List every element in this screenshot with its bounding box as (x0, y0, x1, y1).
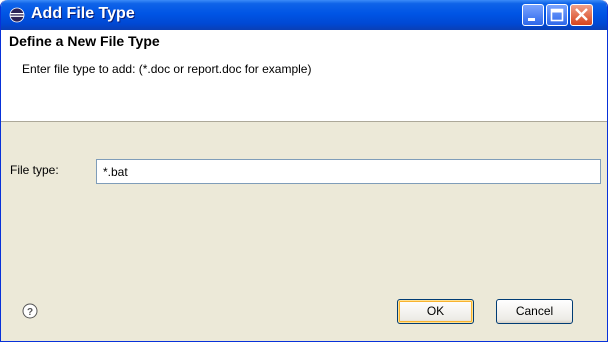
page-title: Define a New File Type (9, 33, 160, 49)
maximize-button[interactable] (546, 4, 568, 26)
window-title: Add File Type (31, 5, 135, 22)
title-bar[interactable]: Add File Type (1, 0, 607, 30)
close-button[interactable] (570, 4, 593, 26)
minimize-button[interactable] (522, 4, 544, 26)
ok-button[interactable]: OK (397, 299, 474, 324)
page-description: Enter file type to add: (*.doc or report… (22, 62, 312, 76)
help-icon[interactable]: ? (22, 303, 38, 319)
file-type-label: File type: (10, 163, 59, 177)
add-file-type-dialog: Add File Type Define a New File Type Ent… (0, 0, 608, 342)
svg-text:?: ? (27, 307, 33, 318)
eclipse-icon (9, 7, 25, 23)
file-type-input[interactable] (96, 159, 601, 184)
cancel-button[interactable]: Cancel (496, 299, 573, 324)
